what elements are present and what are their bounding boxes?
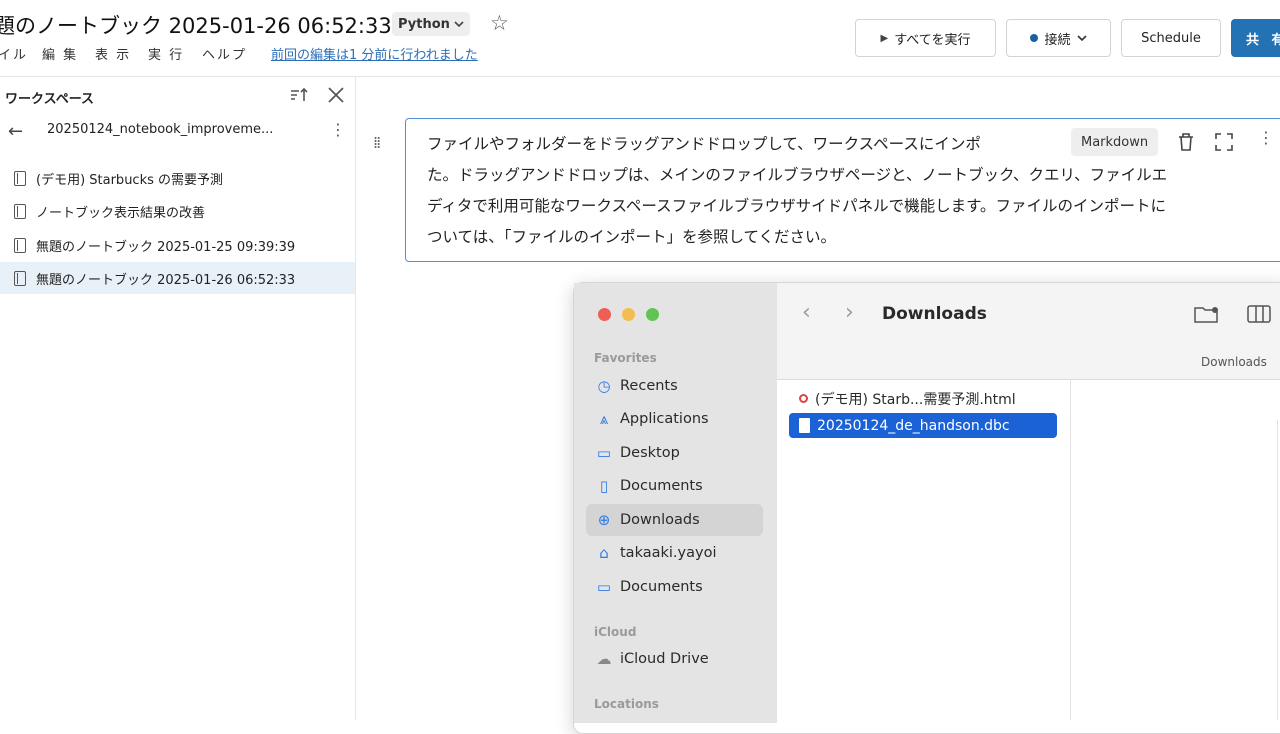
notebook-icon	[14, 237, 26, 253]
folder-icon: ▭	[596, 578, 612, 596]
file-item[interactable]: (デモ用) Starb...需要予測.html	[789, 386, 1057, 411]
notebook-item-label: ノートブック表示結果の改善	[36, 205, 206, 221]
chevron-down-icon	[454, 21, 464, 28]
favorite-star-icon[interactable]: ☆	[490, 11, 509, 35]
finder-sidebar-label: Documents	[620, 478, 703, 494]
folder-more-icon[interactable]: ⋮	[330, 120, 346, 139]
notebook-icon	[14, 170, 26, 186]
markdown-line: ディタで利用可能なワークスペースファイルブラウザサイドパネルで機能します。ファイ…	[427, 197, 1167, 215]
language-selector[interactable]: Python	[392, 12, 470, 36]
file-item-selected[interactable]: 20250124_de_handson.dbc	[789, 413, 1057, 438]
notebook-icon	[14, 270, 26, 286]
finder-sidebar-label: iCloud Drive	[620, 651, 709, 667]
status-dot-icon	[1030, 34, 1039, 42]
last-edit-link[interactable]: 前回の編集は1 分前に行われました	[271, 44, 478, 63]
icloud-heading: iCloud	[594, 625, 637, 639]
run-all-button[interactable]: ▶ すべてを実行	[855, 19, 996, 57]
menu-edit[interactable]: 編 集	[42, 44, 78, 63]
window-close-icon[interactable]	[598, 308, 611, 321]
finder-sidebar-item-recents[interactable]: ◷ Recents	[586, 370, 763, 402]
finder-sidebar-item-applications[interactable]: ⩓ Applications	[586, 403, 763, 435]
file-icon	[799, 418, 810, 433]
back-arrow-icon[interactable]: ←	[8, 121, 23, 142]
cloud-icon: ☁	[596, 650, 612, 668]
trash-icon[interactable]	[1177, 132, 1195, 152]
menu-view[interactable]: 表 示	[95, 44, 131, 63]
chevron-down-icon	[1076, 35, 1087, 42]
clock-icon: ◷	[597, 377, 611, 395]
file-name: 20250124_de_handson.dbc	[817, 417, 1010, 434]
window-minimize-icon[interactable]	[622, 308, 635, 321]
file-name: (デモ用) Starb...需要予測.html	[815, 391, 1016, 408]
chrome-html-icon	[799, 394, 808, 403]
cell-type-badge[interactable]: Markdown	[1071, 128, 1159, 156]
finder-sidebar-item-home[interactable]: ⌂ takaaki.yayoi	[586, 537, 763, 569]
column-view-icon[interactable]	[1247, 304, 1271, 324]
notebook-item-label: 無題のノートブック 2025-01-25 09:39:39	[36, 239, 296, 255]
favorites-heading: Favorites	[594, 351, 657, 365]
finder-sidebar-label: Applications	[620, 411, 709, 427]
menu-help[interactable]: ヘルプ	[202, 44, 247, 63]
expand-icon[interactable]	[1215, 133, 1233, 151]
sidebar-notebook-item[interactable]: ノートブック表示結果の改善	[0, 195, 355, 227]
applications-icon: ⩓	[599, 410, 609, 428]
close-icon[interactable]	[326, 85, 346, 105]
nav-back-icon[interactable]: ‹	[802, 300, 811, 325]
menu-file[interactable]: イル	[0, 44, 28, 63]
finder-sidebar-item-icloud-drive[interactable]: ☁ iCloud Drive	[586, 643, 763, 675]
connect-label: 接続	[1044, 32, 1071, 48]
notebook-item-label: (デモ用) Starbucks の需要予測	[36, 172, 224, 188]
finder-sidebar-label: Recents	[620, 378, 678, 394]
desktop-icon: ▭	[596, 444, 612, 462]
sidebar-notebook-item[interactable]: 無題のノートブック 2025-01-25 09:39:39	[0, 229, 355, 261]
schedule-button[interactable]: Schedule	[1121, 19, 1221, 57]
locations-heading: Locations	[594, 697, 659, 711]
connect-button[interactable]: 接続	[1006, 19, 1111, 57]
sort-icon[interactable]	[289, 85, 309, 105]
finder-sidebar-label: Documents	[620, 579, 703, 595]
finder-sidebar-label: Downloads	[620, 512, 700, 528]
run-all-label: すべてを実行	[894, 32, 971, 48]
column-divider	[1070, 380, 1071, 720]
download-icon: ⊕	[597, 511, 611, 529]
new-folder-icon[interactable]	[1193, 304, 1221, 324]
sidebar-notebook-item-active[interactable]: 無題のノートブック 2025-01-26 06:52:33	[0, 262, 355, 294]
sidebar-notebook-item[interactable]: (デモ用) Starbucks の需要予測	[0, 162, 355, 194]
notebook-icon	[14, 203, 26, 219]
nav-forward-icon[interactable]: ›	[845, 300, 854, 325]
sidebar-title: ワークスペース	[5, 92, 95, 107]
finder-sidebar-item-downloads[interactable]: ⊕ Downloads	[586, 504, 763, 536]
window-zoom-icon[interactable]	[646, 308, 659, 321]
markdown-line: ついては、「ファイルのインポート」を参照してください。	[427, 228, 837, 246]
play-icon: ▶	[880, 32, 889, 44]
cell-drag-handle-icon[interactable]: ⁞⁞	[373, 133, 381, 152]
notebook-title[interactable]: 題のノートブック 2025-01-26 06:52:33	[0, 10, 392, 40]
finder-sidebar-item-documents-folder[interactable]: ▭ Documents	[586, 571, 763, 603]
finder-sidebar-item-documents[interactable]: ▯ Documents	[586, 470, 763, 502]
menu-run[interactable]: 実 行	[148, 44, 184, 63]
finder-sidebar-label: Desktop	[620, 445, 680, 461]
finder-location-title: Downloads	[882, 304, 987, 324]
language-label: Python	[398, 16, 450, 32]
cell-more-icon[interactable]: ⋮	[1258, 128, 1274, 147]
document-icon: ▯	[599, 477, 609, 495]
markdown-line: た。ドラッグアンドドロップは、メインのファイルブラウザページと、ノートブック、ク…	[427, 166, 1168, 184]
share-button[interactable]: 共 有	[1231, 19, 1280, 57]
notebook-item-label: 無題のノートブック 2025-01-26 06:52:33	[36, 272, 296, 288]
finder-sidebar-label: takaaki.yayoi	[620, 545, 717, 561]
column-divider	[1277, 420, 1278, 720]
current-folder-name: 20250124_notebook_improveme...	[47, 122, 274, 137]
finder-sidebar-item-desktop[interactable]: ▭ Desktop	[586, 437, 763, 469]
home-icon: ⌂	[599, 544, 609, 562]
finder-path-label: Downloads	[1201, 355, 1267, 369]
